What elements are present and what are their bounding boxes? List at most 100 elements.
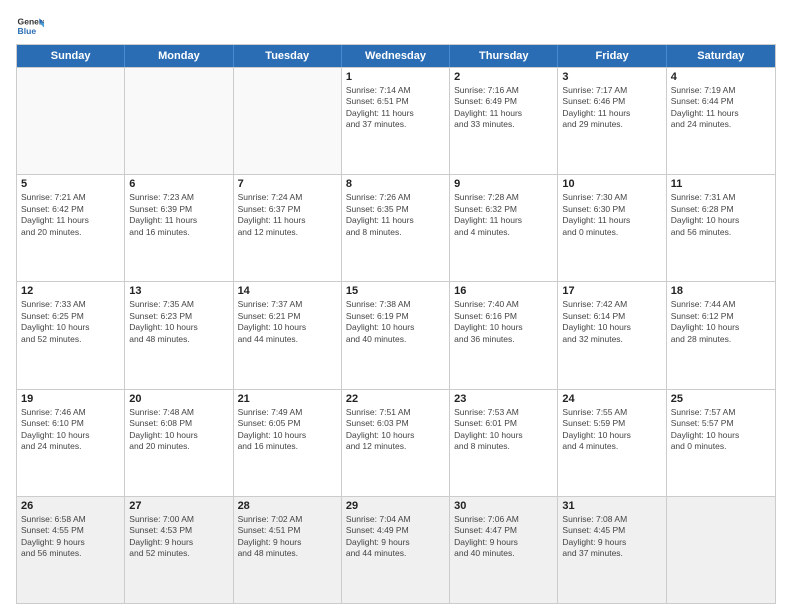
calendar-header-cell: Sunday: [17, 45, 125, 67]
day-info: Sunrise: 7:04 AM Sunset: 4:49 PM Dayligh…: [346, 514, 445, 560]
day-info: Sunrise: 7:16 AM Sunset: 6:49 PM Dayligh…: [454, 85, 553, 131]
day-number: 13: [129, 285, 228, 297]
calendar-row: 12Sunrise: 7:33 AM Sunset: 6:25 PM Dayli…: [17, 281, 775, 388]
day-number: 4: [671, 71, 771, 83]
day-number: 21: [238, 393, 337, 405]
calendar-row: 5Sunrise: 7:21 AM Sunset: 6:42 PM Daylig…: [17, 174, 775, 281]
calendar-cell: 27 Sunrise: 7:00 AM Sunset: 4:53 PM Dayli…: [125, 497, 233, 603]
calendar-header-cell: Tuesday: [234, 45, 342, 67]
day-number: 14: [238, 285, 337, 297]
day-info: Sunrise: 7:30 AM Sunset: 6:30 PM Dayligh…: [562, 192, 661, 238]
calendar-header-cell: Saturday: [667, 45, 775, 67]
calendar-cell: 16 Sunrise: 7:40 AM Sunset: 6:16 PM Dayli…: [450, 282, 558, 388]
day-info: Sunrise: 7:49 AM Sunset: 6:05 PM Dayligh…: [238, 407, 337, 453]
calendar-cell: 9 Sunrise: 7:28 AM Sunset: 6:32 PM Daylig…: [450, 175, 558, 281]
calendar-cell: 19 Sunrise: 7:46 AM Sunset: 6:10 PM Dayli…: [17, 390, 125, 496]
calendar-cell: 18 Sunrise: 7:44 AM Sunset: 6:12 PM Dayli…: [667, 282, 775, 388]
calendar-header-cell: Friday: [558, 45, 666, 67]
calendar-cell: 10Sunrise: 7:30 AM Sunset: 6:30 PM Dayli…: [558, 175, 666, 281]
day-number: 3: [562, 71, 661, 83]
calendar-cell: 21 Sunrise: 7:49 AM Sunset: 6:05 PM Dayli…: [234, 390, 342, 496]
day-info: Sunrise: 7:23 AM Sunset: 6:39 PM Dayligh…: [129, 192, 228, 238]
day-number: 2: [454, 71, 553, 83]
day-info: Sunrise: 7:48 AM Sunset: 6:08 PM Dayligh…: [129, 407, 228, 453]
day-info: Sunrise: 7:26 AM Sunset: 6:35 PM Dayligh…: [346, 192, 445, 238]
calendar-cell: 11Sunrise: 7:31 AM Sunset: 6:28 PM Dayli…: [667, 175, 775, 281]
day-number: 30: [454, 500, 553, 512]
day-number: 15: [346, 285, 445, 297]
day-info: Sunrise: 7:19 AM Sunset: 6:44 PM Dayligh…: [671, 85, 771, 131]
calendar-cell: 30 Sunrise: 7:06 AM Sunset: 4:47 PM Dayli…: [450, 497, 558, 603]
calendar-cell: 26 Sunrise: 6:58 AM Sunset: 4:55 PM Dayli…: [17, 497, 125, 603]
day-info: Sunrise: 7:06 AM Sunset: 4:47 PM Dayligh…: [454, 514, 553, 560]
calendar-body: 1 Sunrise: 7:14 AM Sunset: 6:51 PM Daylig…: [17, 67, 775, 603]
day-info: Sunrise: 7:28 AM Sunset: 6:32 PM Dayligh…: [454, 192, 553, 238]
day-number: 18: [671, 285, 771, 297]
day-number: 24: [562, 393, 661, 405]
calendar-cell: 25 Sunrise: 7:57 AM Sunset: 5:57 PM Dayli…: [667, 390, 775, 496]
calendar-cell: 4 Sunrise: 7:19 AM Sunset: 6:44 PM Daylig…: [667, 68, 775, 174]
day-number: 22: [346, 393, 445, 405]
calendar-cell: 6 Sunrise: 7:23 AM Sunset: 6:39 PM Daylig…: [125, 175, 233, 281]
day-info: Sunrise: 7:14 AM Sunset: 6:51 PM Dayligh…: [346, 85, 445, 131]
day-info: Sunrise: 7:57 AM Sunset: 5:57 PM Dayligh…: [671, 407, 771, 453]
day-info: Sunrise: 7:17 AM Sunset: 6:46 PM Dayligh…: [562, 85, 661, 131]
day-number: 19: [21, 393, 120, 405]
header: General Blue: [16, 12, 776, 40]
day-number: 8: [346, 178, 445, 190]
calendar-cell: 24 Sunrise: 7:55 AM Sunset: 5:59 PM Dayli…: [558, 390, 666, 496]
day-info: Sunrise: 7:44 AM Sunset: 6:12 PM Dayligh…: [671, 299, 771, 345]
day-number: 5: [21, 178, 120, 190]
calendar-cell: 31 Sunrise: 7:08 AM Sunset: 4:45 PM Dayli…: [558, 497, 666, 603]
calendar-header-cell: Thursday: [450, 45, 558, 67]
calendar-cell: 28 Sunrise: 7:02 AM Sunset: 4:51 PM Dayli…: [234, 497, 342, 603]
day-number: 20: [129, 393, 228, 405]
day-number: 9: [454, 178, 553, 190]
day-number: 27: [129, 500, 228, 512]
logo: General Blue: [16, 12, 44, 40]
day-number: 23: [454, 393, 553, 405]
logo-icon: General Blue: [16, 12, 44, 40]
day-info: Sunrise: 7:38 AM Sunset: 6:19 PM Dayligh…: [346, 299, 445, 345]
calendar-cell: 20 Sunrise: 7:48 AM Sunset: 6:08 PM Dayli…: [125, 390, 233, 496]
calendar-header-cell: Monday: [125, 45, 233, 67]
calendar-cell: 29 Sunrise: 7:04 AM Sunset: 4:49 PM Dayli…: [342, 497, 450, 603]
calendar-cell: [125, 68, 233, 174]
day-info: Sunrise: 7:51 AM Sunset: 6:03 PM Dayligh…: [346, 407, 445, 453]
day-info: Sunrise: 6:58 AM Sunset: 4:55 PM Dayligh…: [21, 514, 120, 560]
day-number: 16: [454, 285, 553, 297]
calendar-cell: 17 Sunrise: 7:42 AM Sunset: 6:14 PM Dayli…: [558, 282, 666, 388]
day-info: Sunrise: 7:40 AM Sunset: 6:16 PM Dayligh…: [454, 299, 553, 345]
day-number: 25: [671, 393, 771, 405]
day-info: Sunrise: 7:55 AM Sunset: 5:59 PM Dayligh…: [562, 407, 661, 453]
day-info: Sunrise: 7:00 AM Sunset: 4:53 PM Dayligh…: [129, 514, 228, 560]
day-number: 7: [238, 178, 337, 190]
day-info: Sunrise: 7:46 AM Sunset: 6:10 PM Dayligh…: [21, 407, 120, 453]
day-info: Sunrise: 7:02 AM Sunset: 4:51 PM Dayligh…: [238, 514, 337, 560]
day-info: Sunrise: 7:35 AM Sunset: 6:23 PM Dayligh…: [129, 299, 228, 345]
calendar-cell: 15 Sunrise: 7:38 AM Sunset: 6:19 PM Dayli…: [342, 282, 450, 388]
day-number: 12: [21, 285, 120, 297]
calendar-row: 19 Sunrise: 7:46 AM Sunset: 6:10 PM Dayli…: [17, 389, 775, 496]
calendar: SundayMondayTuesdayWednesdayThursdayFrid…: [16, 44, 776, 604]
svg-text:Blue: Blue: [18, 26, 37, 36]
calendar-row: 1 Sunrise: 7:14 AM Sunset: 6:51 PM Daylig…: [17, 67, 775, 174]
calendar-header-cell: Wednesday: [342, 45, 450, 67]
day-number: 26: [21, 500, 120, 512]
day-number: 28: [238, 500, 337, 512]
day-info: Sunrise: 7:08 AM Sunset: 4:45 PM Dayligh…: [562, 514, 661, 560]
calendar-cell: 3 Sunrise: 7:17 AM Sunset: 6:46 PM Daylig…: [558, 68, 666, 174]
day-info: Sunrise: 7:37 AM Sunset: 6:21 PM Dayligh…: [238, 299, 337, 345]
day-info: Sunrise: 7:53 AM Sunset: 6:01 PM Dayligh…: [454, 407, 553, 453]
calendar-cell: 7Sunrise: 7:24 AM Sunset: 6:37 PM Daylig…: [234, 175, 342, 281]
day-info: Sunrise: 7:42 AM Sunset: 6:14 PM Dayligh…: [562, 299, 661, 345]
day-number: 1: [346, 71, 445, 83]
day-number: 31: [562, 500, 661, 512]
calendar-cell: 12Sunrise: 7:33 AM Sunset: 6:25 PM Dayli…: [17, 282, 125, 388]
calendar-cell: 23 Sunrise: 7:53 AM Sunset: 6:01 PM Dayli…: [450, 390, 558, 496]
calendar-cell: [17, 68, 125, 174]
day-number: 29: [346, 500, 445, 512]
day-number: 17: [562, 285, 661, 297]
day-number: 6: [129, 178, 228, 190]
calendar-cell: 1 Sunrise: 7:14 AM Sunset: 6:51 PM Daylig…: [342, 68, 450, 174]
